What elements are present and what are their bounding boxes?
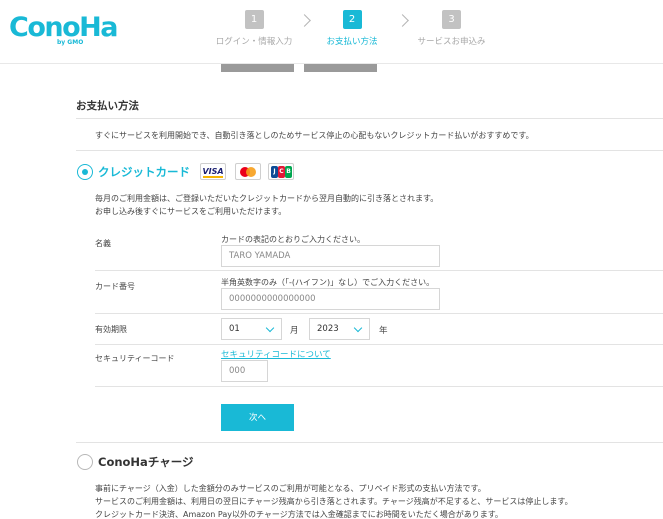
step-3: 3 サービスお申込み bbox=[414, 10, 489, 47]
step-2: 2 お支払い方法 bbox=[322, 10, 382, 47]
conoha-logo[interactable]: ConoHa by GMO bbox=[9, 8, 118, 48]
header: ConoHa by GMO 1 ログイン・情報入力 2 お支払い方法 3 サービ… bbox=[0, 0, 663, 64]
step-3-label: サービスお申込み bbox=[417, 37, 486, 47]
logo-sub-text: by GMO bbox=[57, 39, 84, 46]
visa-icon-text: VISA bbox=[202, 167, 224, 176]
visa-icon: VISA bbox=[200, 163, 226, 180]
name-label: 名義 bbox=[95, 239, 111, 248]
conoha-charge-radio[interactable] bbox=[77, 454, 93, 470]
chevron-down-icon bbox=[265, 323, 275, 333]
jcb-icon: J C B bbox=[268, 163, 294, 180]
charge-desc-3: クレジットカード決済、Amazon Pay以外のチャージ方法では入金確認までにお… bbox=[95, 510, 503, 519]
chevron-right-icon bbox=[298, 14, 311, 27]
mastercard-icon bbox=[235, 163, 261, 180]
divider bbox=[76, 442, 663, 443]
chevron-down-icon bbox=[353, 323, 363, 333]
divider bbox=[76, 150, 663, 151]
next-button[interactable]: 次へ bbox=[221, 404, 294, 431]
divider bbox=[76, 118, 663, 119]
expiry-month-value: 01 bbox=[229, 324, 240, 334]
step-2-label: お支払い方法 bbox=[326, 37, 378, 47]
page-title: お支払い方法 bbox=[76, 100, 139, 112]
security-code-help-link[interactable]: セキュリティコードについて bbox=[221, 348, 331, 360]
credit-card-radio[interactable] bbox=[77, 164, 93, 180]
credit-desc-2: お申し込み後すぐにサービスをご利用いただけます。 bbox=[95, 207, 287, 216]
expiry-month-select[interactable]: 01 bbox=[221, 318, 282, 340]
card-number-input[interactable]: 0000000000000000 bbox=[221, 288, 440, 310]
credit-card-label[interactable]: クレジットカード bbox=[98, 164, 190, 180]
expiry-year-value: 2023 bbox=[317, 324, 339, 334]
recommend-note: すぐにサービスを利用開始でき、自動引き落としのためサービス停止の心配もないクレジ… bbox=[95, 131, 534, 140]
card-number-label: カード番号 bbox=[95, 282, 135, 291]
expiry-label: 有効期限 bbox=[95, 325, 127, 334]
conoha-charge-label[interactable]: ConoHaチャージ bbox=[98, 454, 193, 470]
charge-desc-1: 事前にチャージ（入金）した金額分のみサービスのご利用が可能となる、プリペイド形式… bbox=[95, 484, 486, 493]
chevron-right-icon bbox=[396, 14, 409, 27]
expiry-year-select[interactable]: 2023 bbox=[309, 318, 370, 340]
credit-desc-1: 毎月のご利用金額は、ご登録いただいたクレジットカードから翌月自動的に引き落とされ… bbox=[95, 194, 439, 203]
tab-stub-left bbox=[221, 64, 294, 72]
divider bbox=[95, 270, 663, 271]
security-code-label: セキュリティーコード bbox=[95, 354, 175, 363]
name-hint: カードの表記のとおりご入力ください。 bbox=[221, 235, 365, 244]
month-unit: 月 bbox=[290, 326, 299, 336]
divider bbox=[95, 386, 663, 387]
divider bbox=[95, 344, 663, 345]
security-code-input[interactable]: 000 bbox=[221, 360, 268, 382]
step-1-label: ログイン・情報入力 bbox=[215, 37, 293, 47]
tab-stub-right bbox=[304, 64, 377, 72]
charge-desc-2: サービスのご利用金額は、利用日の翌日にチャージ残高から引き落とされます。チャージ… bbox=[95, 497, 573, 506]
divider bbox=[95, 313, 663, 314]
step-3-number: 3 bbox=[442, 10, 461, 29]
step-1: 1 ログイン・情報入力 bbox=[213, 10, 295, 47]
step-2-number: 2 bbox=[342, 10, 362, 29]
year-unit: 年 bbox=[379, 326, 388, 336]
cardholder-name-input[interactable]: TARO YAMADA bbox=[221, 245, 440, 267]
card-number-hint: 半角英数字のみ（「-(ハイフン)」なし）でご入力ください。 bbox=[221, 278, 435, 287]
step-1-number: 1 bbox=[244, 10, 264, 29]
